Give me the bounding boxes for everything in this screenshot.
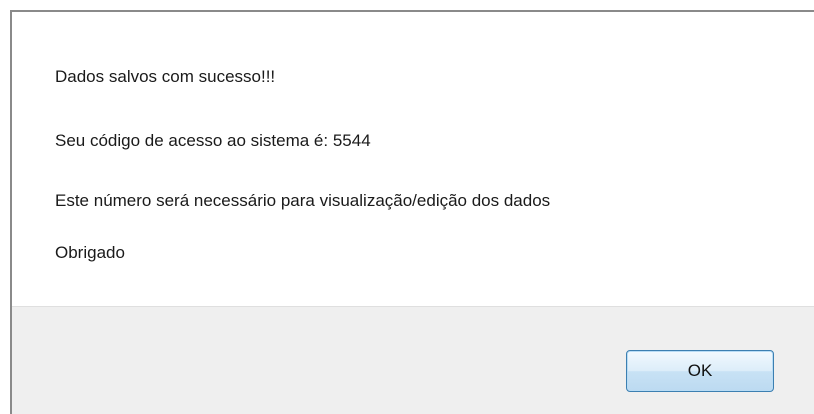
success-message: Dados salvos com sucesso!!! <box>55 67 276 86</box>
access-code-message: Seu código de acesso ao sistema é: 5544 <box>55 131 371 150</box>
code-required-message: Este número será necessário para visuali… <box>55 191 551 210</box>
ok-button[interactable]: OK <box>626 350 774 392</box>
message-dialog: Dados salvos com sucesso!!! Seu código d… <box>10 10 814 414</box>
thanks-message: Obrigado <box>55 243 125 262</box>
dialog-body: Dados salvos com sucesso!!! Seu código d… <box>12 12 814 306</box>
dialog-footer: OK <box>12 306 814 414</box>
